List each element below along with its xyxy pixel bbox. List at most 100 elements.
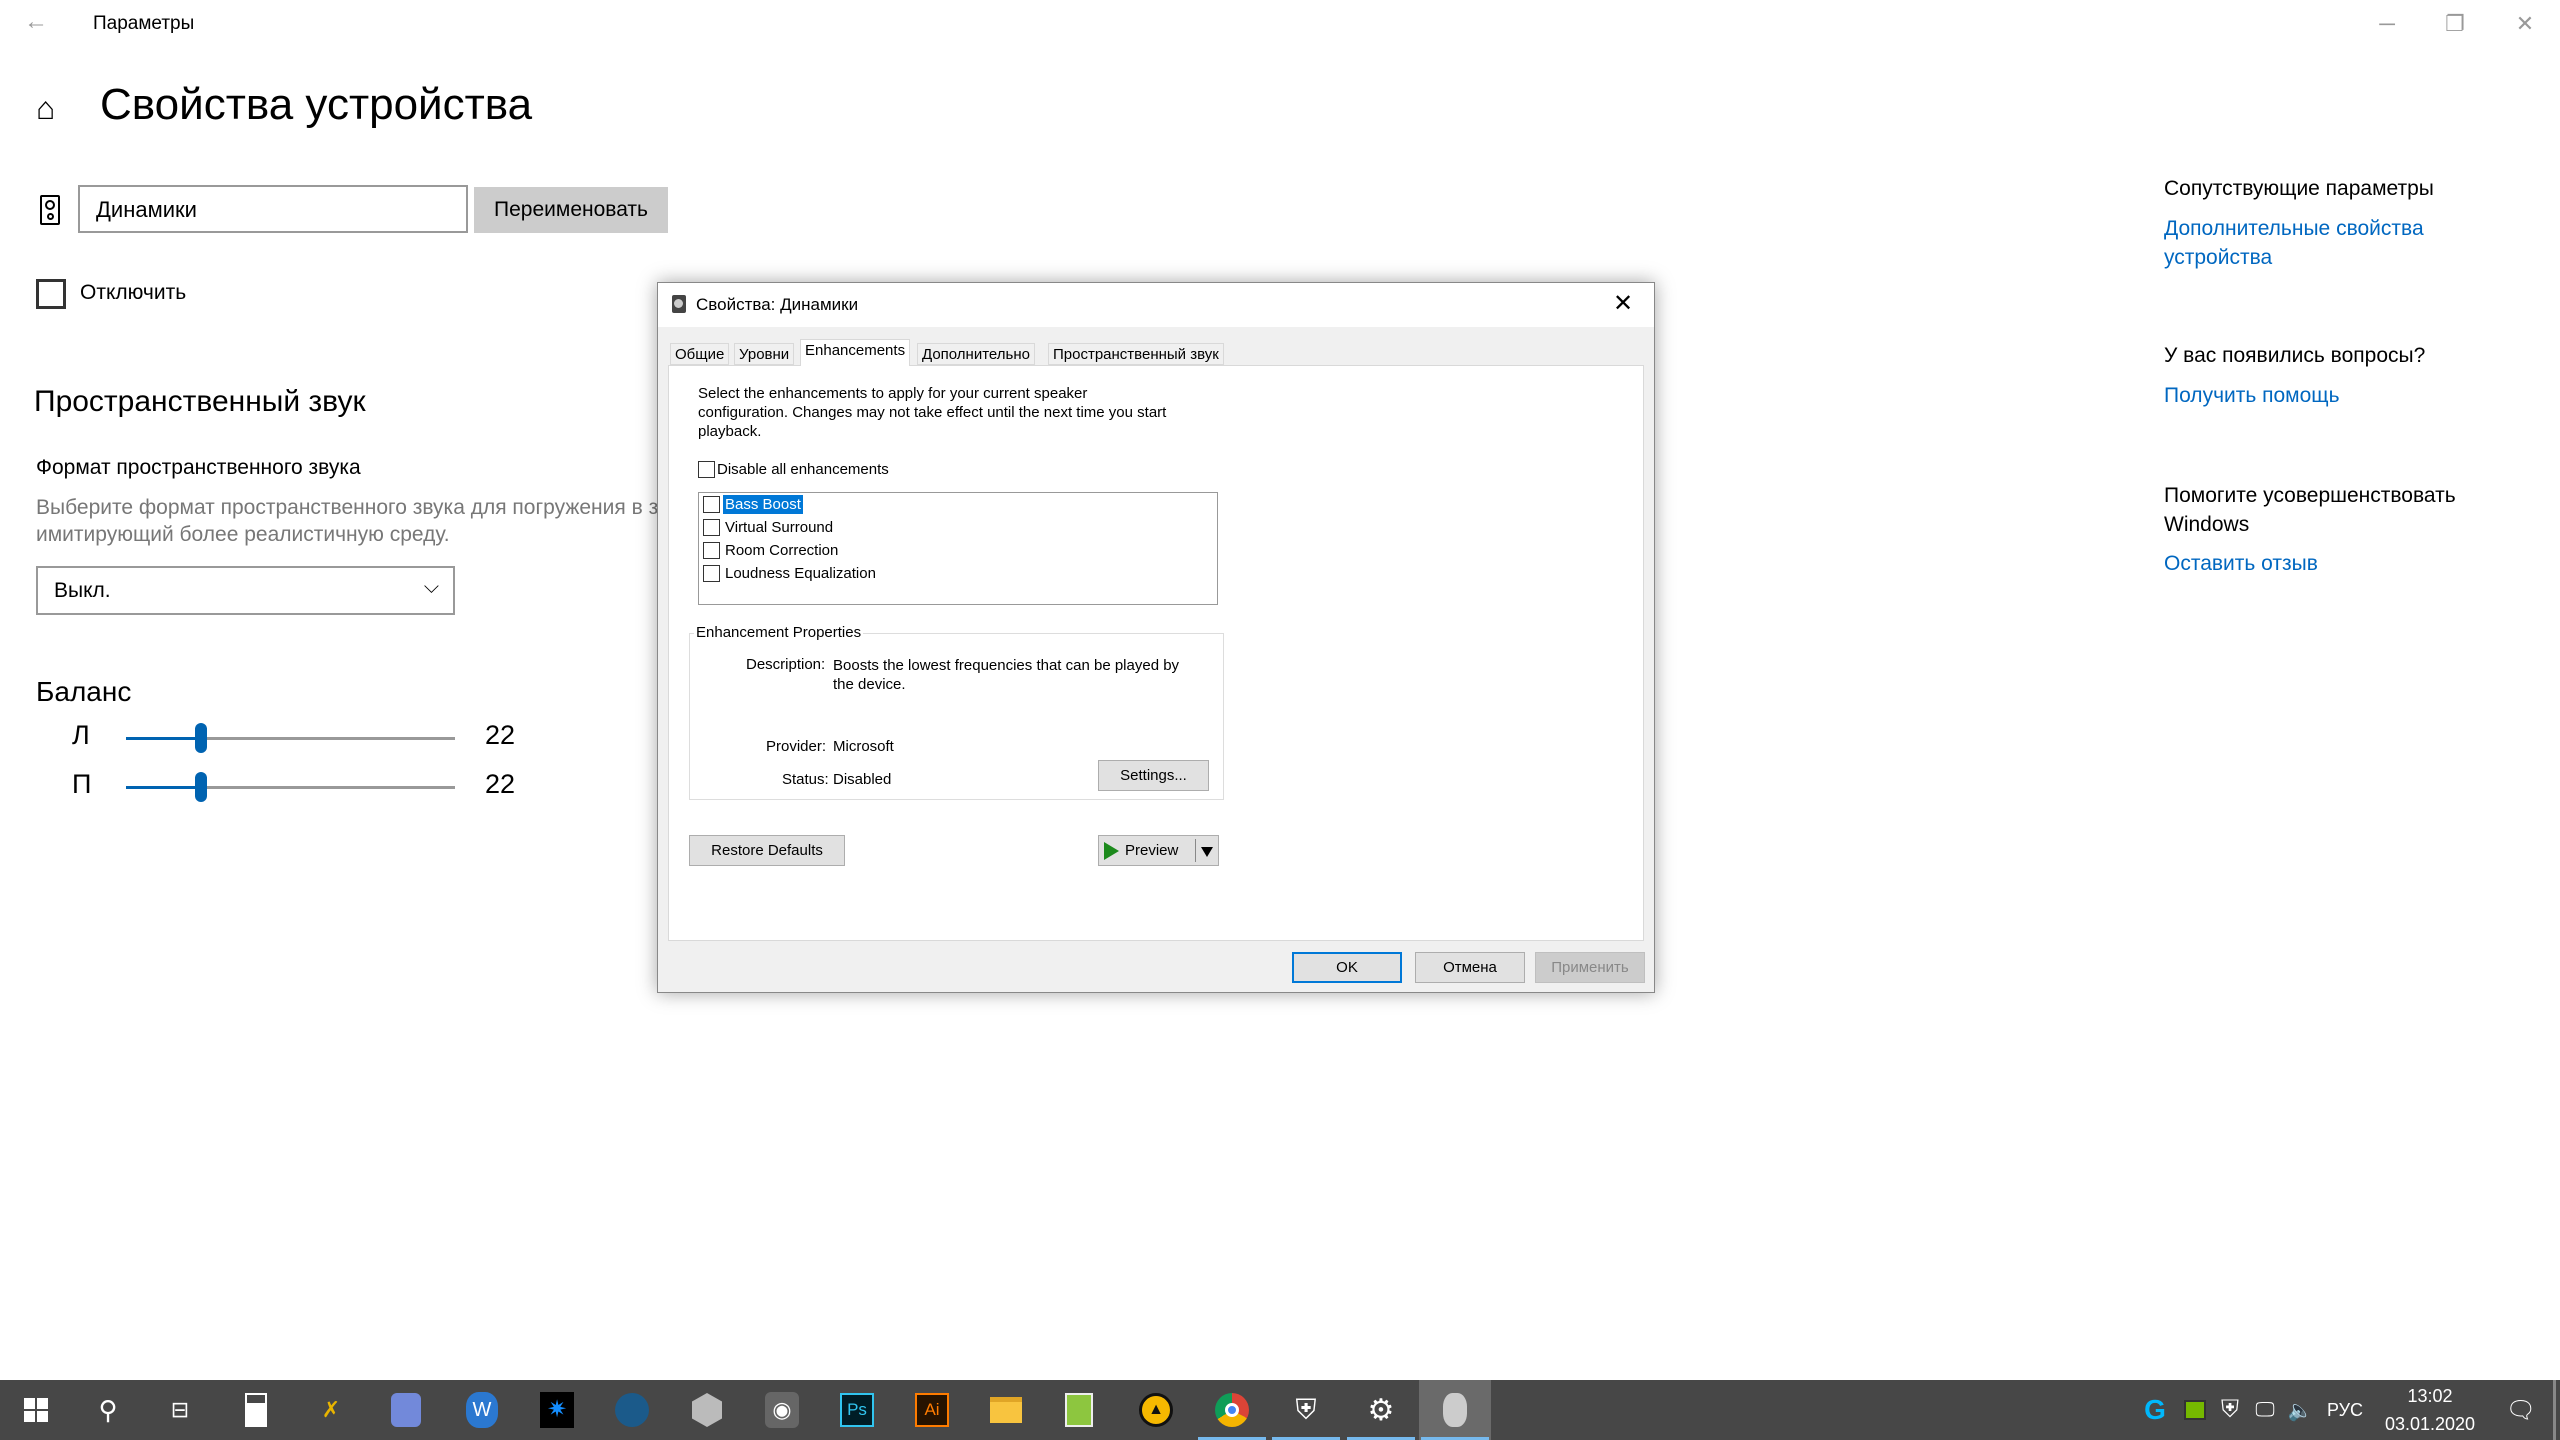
search-icon[interactable]: ⚲ [72,1380,144,1440]
link-line[interactable]: Дополнительные свойства [2164,217,2424,241]
disable-checkbox[interactable] [36,279,66,309]
link-line[interactable]: устройства [2164,246,2424,270]
close-button[interactable]: ✕ [2495,6,2555,42]
disable-all-checkbox[interactable] [698,461,715,478]
preview-button[interactable]: Preview [1098,835,1219,866]
action-center-icon[interactable]: 🗨 [2493,1380,2549,1440]
notepad-plus-icon[interactable] [1043,1380,1115,1440]
play-icon [1104,842,1119,860]
aimp-icon[interactable]: ▲ [1120,1380,1192,1440]
right-value: 22 [485,769,516,799]
obs-icon[interactable]: ◉ [746,1380,818,1440]
language-indicator[interactable]: РУС [2315,1380,2375,1440]
illustrator-icon[interactable]: Ai [896,1380,968,1440]
enhancements-list[interactable]: Bass Boost Virtual Surround Room Correct… [698,492,1218,605]
show-desktop-button[interactable] [2553,1380,2556,1440]
left-value: 22 [485,720,516,750]
provider-value: Microsoft [833,738,894,755]
status-value: Disabled [833,771,892,788]
intro-text: Select the enhancements to apply for you… [698,384,1166,441]
rename-button[interactable]: Переименовать [474,187,668,233]
spatial-heading: Пространственный звук [34,385,366,418]
time: 13:02 [2407,1386,2453,1406]
disable-all-label: Disable all enhancements [717,461,889,478]
dialog-title: Свойства: Динамики [696,295,859,314]
settings-button[interactable]: Settings... [1098,760,1209,791]
restore-defaults-button[interactable]: Restore Defaults [689,835,845,866]
page-title: Свойства устройства [100,80,533,129]
maximize-button[interactable]: ❐ [2425,6,2485,42]
room-correction-item[interactable]: Room Correction [725,542,838,559]
feedback-link[interactable]: Оставить отзыв [2164,552,2318,576]
spatial-description-2: имитирующий более реалистичную среду. [36,523,450,546]
clock[interactable]: 13:02 03.01.2020 [2375,1380,2485,1440]
calculator-icon[interactable] [220,1380,292,1440]
back-arrow-icon[interactable]: ← [24,8,48,36]
tab-strip: Общие Уровни Enhancements Дополнительно … [670,339,1270,366]
enhancements-panel: Select the enhancements to apply for you… [668,365,1644,941]
status-label: Status: [782,771,829,788]
spatial-format-label: Формат пространственного звука [36,456,361,479]
preview-divider [1195,839,1196,862]
start-icon[interactable] [0,1380,72,1440]
bass-boost-item[interactable]: Bass Boost [723,495,803,514]
sound-app-icon[interactable] [1419,1380,1491,1440]
loudness-eq-checkbox[interactable] [703,565,720,582]
tab-advanced[interactable]: Дополнительно [917,343,1035,365]
group-title: Enhancement Properties [694,624,864,641]
date: 03.01.2020 [2384,1414,2476,1434]
right-slider-fill [126,786,201,789]
improve-line: Windows [2164,513,2250,536]
related-heading: Сопутствующие параметры [2164,177,2434,200]
intro-line: playback. [698,423,762,440]
battlenet-icon[interactable]: ✷ [521,1380,593,1440]
chevron-down-icon: ⌵ [423,576,439,598]
tab-enhancements[interactable]: Enhancements [800,339,911,366]
additional-properties-link[interactable]: Дополнительные свойства устройства [2164,217,2424,270]
left-slider-thumb[interactable] [195,723,207,753]
dialog-close-button[interactable]: ✕ [1613,289,1633,318]
apply-button[interactable]: Применить [1535,952,1645,983]
steam-icon[interactable] [596,1380,668,1440]
tab-spatial-sound[interactable]: Пространственный звук [1048,343,1224,365]
virtual-surround-item[interactable]: Virtual Surround [725,519,833,536]
file-explorer-icon[interactable] [970,1380,1042,1440]
room-correction-checkbox[interactable] [703,542,720,559]
discord-icon[interactable] [370,1380,442,1440]
provider-label: Provider: [766,738,827,755]
right-channel-label: П [72,769,92,799]
device-name-input[interactable]: Динамики [78,185,468,233]
speaker-icon [40,195,60,225]
spatial-format-dropdown[interactable]: Выкл. ⌵ [36,566,455,615]
defender-icon[interactable]: ⛨ [1270,1380,1342,1440]
ok-button[interactable]: OK [1292,952,1402,983]
minimize-button[interactable]: ─ [2357,6,2417,42]
taskbar: ⚲ ⊟ ✗ W ✷ ◉ Ps Ai ▲ ⛨ ⚙ G ⛨ 🖵 🔈 РУС 13:0… [0,1380,2560,1440]
questions-heading: У вас появились вопросы? [2164,344,2426,367]
improve-heading: Помогите усовершенствовать Windows [2164,484,2456,537]
right-slider-thumb[interactable] [195,772,207,802]
settings-icon[interactable]: ⚙ [1345,1380,1417,1440]
description-text: Boosts the lowest frequencies that can b… [833,656,1179,694]
virtual-surround-checkbox[interactable] [703,519,720,536]
dropdown-value: Выкл. [54,579,111,602]
word-app-icon[interactable]: W [446,1380,518,1440]
loudness-eq-item[interactable]: Loudness Equalization [725,565,876,582]
bass-boost-checkbox[interactable] [703,496,720,513]
window-title: Параметры [93,13,195,34]
dropdown-arrow-icon[interactable] [1201,847,1213,857]
chrome-icon[interactable] [1196,1380,1268,1440]
cancel-button[interactable]: Отмена [1415,952,1525,983]
app-tool-icon[interactable]: ✗ [295,1380,367,1440]
tab-general[interactable]: Общие [670,343,730,365]
help-link[interactable]: Получить помощь [2164,384,2340,408]
tab-levels[interactable]: Уровни [734,343,795,365]
balance-heading: Баланс [36,676,132,707]
left-channel-label: Л [72,720,90,750]
intro-line: configuration. Changes may not take effe… [698,404,1167,421]
task-view-icon[interactable]: ⊟ [144,1380,216,1440]
enhancement-properties-group: Enhancement Properties Description: Boos… [689,624,1224,800]
unity-icon[interactable] [671,1380,743,1440]
photoshop-icon[interactable]: Ps [821,1380,893,1440]
home-icon[interactable]: ⌂ [36,90,55,127]
